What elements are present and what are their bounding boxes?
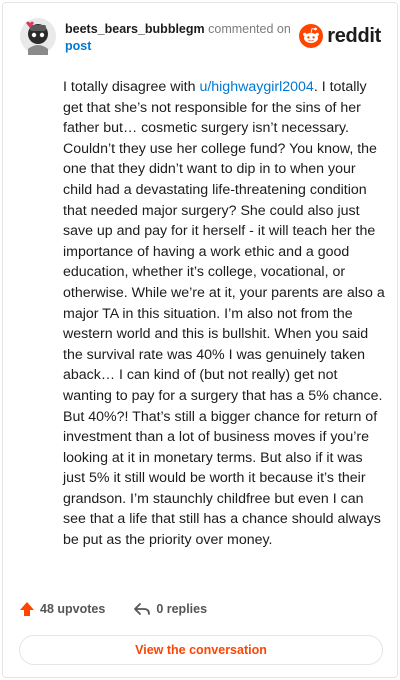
replies-count: 0 replies bbox=[156, 602, 208, 616]
avatar[interactable] bbox=[19, 17, 57, 55]
replies-stat[interactable]: 0 replies bbox=[133, 601, 207, 617]
comment-embed-card: beets_bears_bubblegm commented on post r… bbox=[2, 2, 398, 678]
post-link[interactable]: post bbox=[65, 39, 91, 53]
comment-body: I totally disagree with u/highwaygirl200… bbox=[63, 77, 385, 551]
comment-text-start: I totally disagree with bbox=[63, 79, 200, 95]
reply-arrow-icon bbox=[134, 603, 151, 615]
comment-footer: 48 upvotes 0 replies bbox=[19, 599, 207, 619]
comment-text-rest: . I totally get that she’s not responsib… bbox=[63, 79, 385, 549]
upvotes-count: 48 upvotes bbox=[40, 602, 106, 616]
comment-meta: beets_bears_bubblegm commented on post bbox=[65, 21, 305, 55]
reddit-logo-icon bbox=[299, 24, 324, 48]
comment-header: beets_bears_bubblegm commented on post r… bbox=[19, 17, 381, 57]
reddit-brand[interactable]: reddit bbox=[299, 23, 381, 49]
view-conversation-button[interactable]: View the conversation bbox=[19, 635, 383, 665]
action-text: commented on bbox=[208, 22, 291, 36]
username[interactable]: beets_bears_bubblegm bbox=[65, 22, 205, 36]
upvote-arrow-icon bbox=[20, 602, 34, 616]
brand-wordmark: reddit bbox=[327, 24, 381, 47]
upvotes-stat[interactable]: 48 upvotes bbox=[19, 601, 105, 617]
user-mention-link[interactable]: u/highwaygirl2004 bbox=[199, 79, 313, 95]
